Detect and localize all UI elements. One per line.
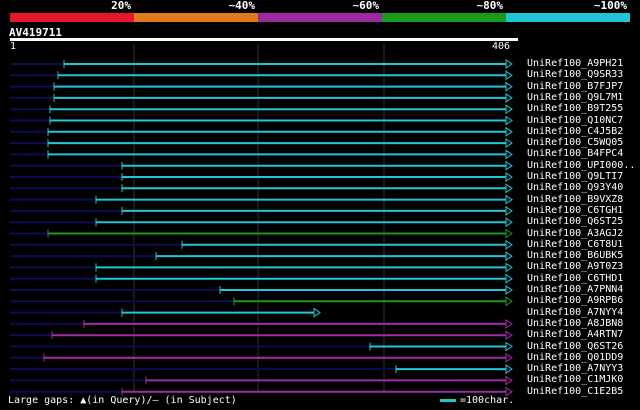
hit-track[interactable]	[10, 205, 513, 216]
hit-track[interactable]	[10, 375, 513, 386]
hit-label[interactable]: UniRef100_UPI000..	[527, 160, 635, 171]
hit-arrow-icon	[505, 228, 513, 239]
hit-label[interactable]: UniRef100_Q10NC7	[527, 115, 623, 126]
hit-arrow-icon	[505, 70, 513, 81]
hit-label[interactable]: UniRef100_A7PNN4	[527, 284, 623, 295]
hit-track[interactable]	[10, 285, 513, 295]
hit-arrow-icon	[505, 126, 513, 137]
hit-track[interactable]	[10, 330, 513, 341]
hit-track[interactable]	[10, 217, 513, 228]
hit-track[interactable]	[10, 239, 513, 250]
hit-label[interactable]: UniRef100_C5WQ05	[527, 137, 623, 148]
hit-track[interactable]	[10, 364, 513, 375]
hit-label[interactable]: UniRef100_A9T0Z3	[527, 261, 623, 272]
hit-track[interactable]	[10, 149, 513, 160]
hit-label[interactable]: UniRef100_C1E2B5	[527, 386, 623, 397]
hit-label[interactable]: UniRef100_A7NYY4	[527, 307, 623, 318]
hit-arrow-icon	[505, 217, 513, 228]
hit-label[interactable]: UniRef100_B9T255	[527, 103, 623, 114]
scale-label: =100char.	[460, 395, 515, 406]
hit-label[interactable]: UniRef100_C1MJK0	[527, 374, 623, 385]
hit-track[interactable]	[10, 138, 513, 149]
hit-label[interactable]: UniRef100_C6THD1	[527, 273, 623, 284]
hit-arrow-icon	[505, 194, 513, 205]
hit-arrow-icon	[505, 375, 513, 386]
hit-arrow-icon	[505, 364, 513, 375]
hit-arrow-icon	[505, 352, 513, 363]
hit-label[interactable]: UniRef100_Q01DD9	[527, 352, 623, 363]
hit-label[interactable]: UniRef100_Q9L7M1	[527, 92, 623, 103]
hit-label[interactable]: UniRef100_Q93Y40	[527, 182, 623, 193]
hit-label[interactable]: UniRef100_B9VXZ8	[527, 194, 623, 205]
hit-track[interactable]	[10, 160, 513, 171]
hit-label[interactable]: UniRef100_Q6ST25	[527, 216, 623, 227]
hit-track[interactable]	[10, 296, 513, 307]
hit-track[interactable]	[10, 172, 513, 182]
hit-track[interactable]	[10, 352, 513, 363]
hit-track[interactable]	[10, 115, 513, 126]
hit-arrow-icon	[505, 318, 513, 329]
hit-track[interactable]	[10, 318, 513, 329]
hit-label[interactable]: UniRef100_C6TGH1	[527, 205, 623, 216]
scale-bar	[440, 399, 456, 402]
hit-track[interactable]	[10, 273, 513, 284]
hit-arrow-icon	[505, 285, 513, 295]
hit-arrow-icon	[505, 160, 513, 171]
hit-arrow-icon	[505, 172, 513, 182]
hit-label[interactable]: UniRef100_A4RTN7	[527, 329, 623, 340]
hit-label[interactable]: UniRef100_A9PH21	[527, 58, 623, 69]
hit-arrow-icon	[505, 92, 513, 103]
hit-track[interactable]	[10, 126, 513, 137]
hit-track[interactable]	[10, 92, 513, 103]
hit-arrow-icon	[505, 341, 513, 352]
hit-label[interactable]: UniRef100_A8JBN8	[527, 318, 623, 329]
hit-track[interactable]	[10, 59, 513, 69]
hit-arrow-icon	[505, 104, 513, 115]
hit-label[interactable]: UniRef100_B4FPC4	[527, 148, 623, 159]
hit-arrow-icon	[505, 205, 513, 216]
hit-arrow-icon	[505, 59, 513, 69]
hit-track[interactable]	[10, 194, 513, 205]
hit-label[interactable]: UniRef100_B6UBK5	[527, 250, 623, 261]
hit-arrow-icon	[505, 149, 513, 160]
hit-track[interactable]	[10, 104, 513, 115]
hit-label[interactable]: UniRef100_A3AGJ2	[527, 228, 623, 239]
footer-gap-legend: Large gaps: ▲(in Query)/– (in Subject)	[8, 395, 237, 406]
hit-track[interactable]	[10, 341, 513, 352]
hit-arrow-icon	[505, 273, 513, 284]
hit-track[interactable]	[10, 262, 513, 273]
hit-track[interactable]	[10, 70, 513, 81]
hit-track[interactable]	[10, 183, 513, 194]
hit-arrow-icon	[505, 183, 513, 194]
hit-arrow-icon	[505, 262, 513, 273]
hit-track[interactable]	[10, 228, 513, 239]
hit-label[interactable]: UniRef100_Q6ST26	[527, 341, 623, 352]
hit-arrow-icon	[505, 81, 513, 92]
hit-label[interactable]: UniRef100_C6T8U1	[527, 239, 623, 250]
hit-track[interactable]	[10, 81, 513, 92]
hit-arrow-icon	[505, 115, 513, 126]
hit-label[interactable]: UniRef100_A7NYY3	[527, 363, 623, 374]
hit-arrow-icon	[505, 138, 513, 149]
hit-track[interactable]	[10, 307, 321, 318]
hit-arrow-icon	[313, 307, 321, 318]
hit-arrow-icon	[505, 239, 513, 250]
hit-arrow-icon	[505, 330, 513, 341]
hit-label[interactable]: UniRef100_Q9LTI7	[527, 171, 623, 182]
hit-label[interactable]: UniRef100_A9RPB6	[527, 295, 623, 306]
hit-arrow-icon	[505, 296, 513, 307]
hit-track[interactable]	[10, 251, 513, 262]
hit-label[interactable]: UniRef100_C4J5B2	[527, 126, 623, 137]
hit-label[interactable]: UniRef100_B7FJP7	[527, 81, 623, 92]
hit-label[interactable]: UniRef100_Q9SR33	[527, 69, 623, 80]
hit-arrow-icon	[505, 251, 513, 262]
